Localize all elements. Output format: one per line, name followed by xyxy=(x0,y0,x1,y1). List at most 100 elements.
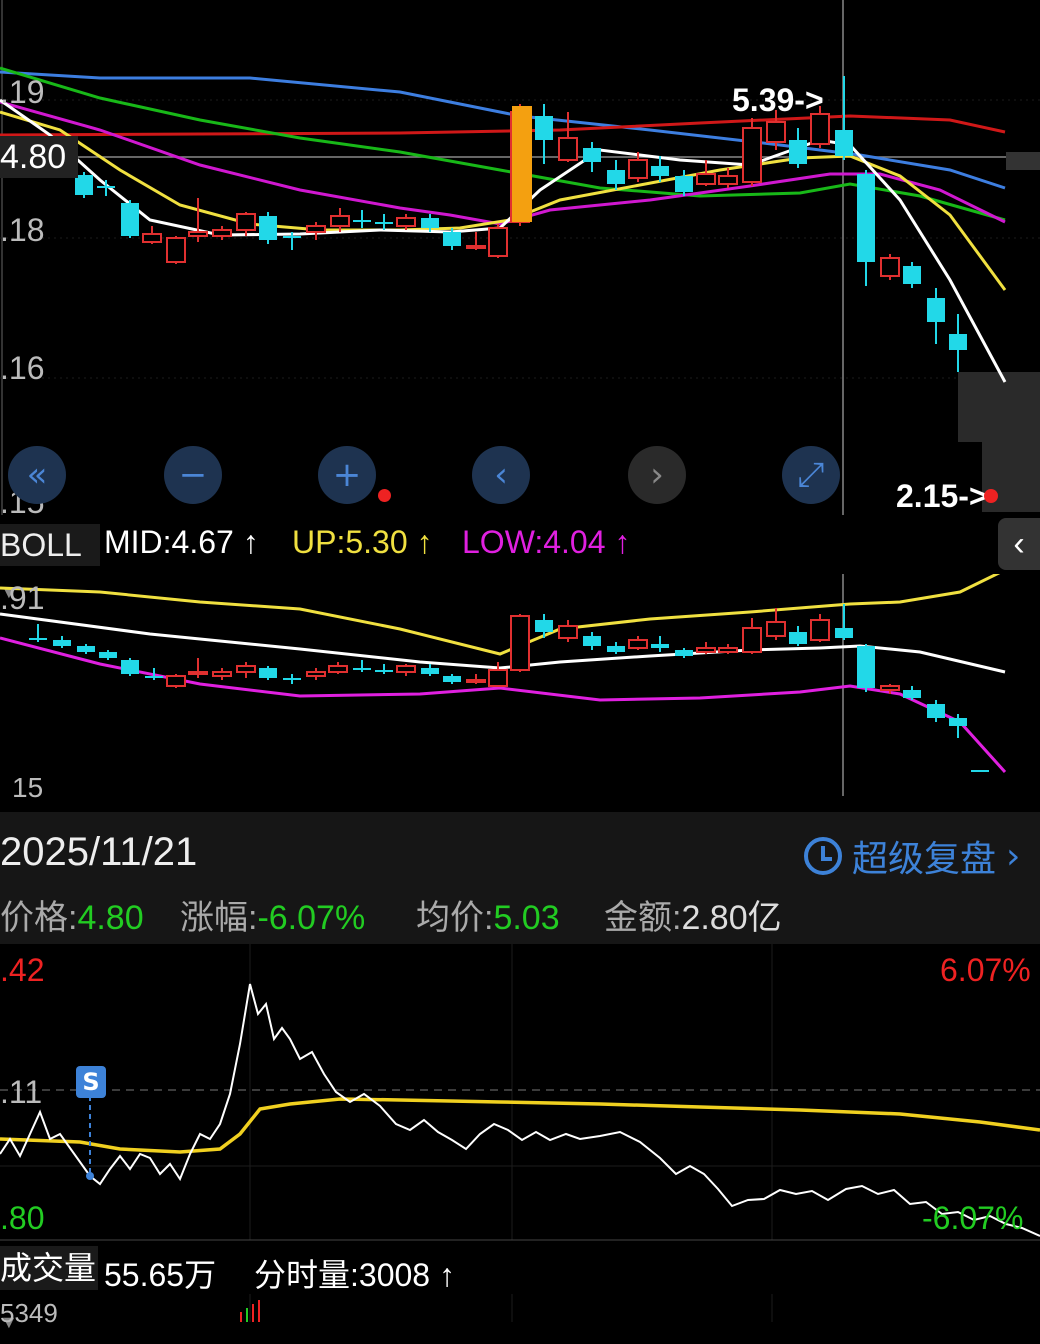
super-replay-button[interactable]: 超级复盘 › xyxy=(804,830,1020,882)
amount-field: 金额:2.80亿 xyxy=(604,899,782,937)
volume-header: 成交量 ▼ 55.65万 分时量:3008 ↑ xyxy=(0,1244,1040,1332)
boll-axis-top: .91 xyxy=(0,580,45,616)
candle-body xyxy=(675,650,693,656)
candle-body xyxy=(880,257,900,277)
candle-body xyxy=(421,668,439,674)
candle-body xyxy=(396,665,416,673)
candle-body xyxy=(166,675,186,687)
boll-chart xyxy=(0,574,1007,796)
avg-price-field: 均价:5.03 xyxy=(416,899,560,937)
volume-indicator-select[interactable]: 成交量 ▼ xyxy=(0,1246,98,1332)
candle-body xyxy=(77,646,95,652)
candle-body xyxy=(353,668,371,670)
axis-label-lower: .16 xyxy=(0,350,45,386)
prev-button[interactable]: ‹ xyxy=(472,446,530,504)
kline-chart[interactable] xyxy=(0,0,1040,515)
chevron-right-icon: › xyxy=(1006,835,1021,877)
candle-body xyxy=(283,678,301,680)
super-replay-label: 超级复盘 xyxy=(852,839,997,880)
intraday-chart[interactable] xyxy=(0,944,1040,1242)
fullscreen-button[interactable]: ⤢ xyxy=(782,446,840,504)
candle-body xyxy=(421,218,439,228)
candle-body xyxy=(927,298,945,322)
candle-body xyxy=(259,668,277,678)
candle-body xyxy=(558,137,578,161)
indicator-select[interactable]: BOLL ▼ xyxy=(0,524,100,602)
candle-body xyxy=(142,233,162,243)
high-annotation: 5.39-> xyxy=(732,82,824,118)
candle-body xyxy=(718,175,738,185)
volume-chart xyxy=(240,1294,773,1322)
bar-info-panel: 2025/11/21 超级复盘 › 价格:4.80 涨幅:-6.07% 均价:5… xyxy=(0,812,1040,944)
candle-body xyxy=(488,227,508,257)
candle-body xyxy=(353,220,371,222)
history-clock-icon xyxy=(804,837,842,875)
zoom-in-button[interactable]: + xyxy=(318,446,376,504)
candle-body xyxy=(29,638,47,640)
intraday-axis-top-left: .42 xyxy=(0,952,45,988)
candle-body xyxy=(949,718,967,726)
candle-body xyxy=(607,646,625,652)
candle-body xyxy=(188,231,208,237)
candle-body xyxy=(121,203,139,236)
boll-header: BOLL ▼ MID:4.67 ↑ UP:5.30 ↑ LOW:4.04 ↑ ‹ xyxy=(0,518,1040,602)
boll-mid-value: MID:4.67 ↑ xyxy=(104,524,259,560)
candle-body xyxy=(306,671,326,677)
candle-body xyxy=(927,704,945,718)
candle-body xyxy=(53,640,71,646)
volume-indicator-name: 成交量 xyxy=(0,1250,97,1286)
candle-body xyxy=(835,130,853,156)
candle-body xyxy=(718,647,738,653)
candle-body xyxy=(789,632,807,644)
candle-body xyxy=(857,646,875,688)
candle-body xyxy=(903,690,921,698)
candle-body xyxy=(789,140,807,164)
selected-date: 2025/11/21 xyxy=(0,830,198,874)
candle-body xyxy=(443,232,461,246)
boll-low-value: LOW:4.04 ↑ xyxy=(462,524,631,560)
candle-body xyxy=(259,216,277,240)
axis-label-top: .19 xyxy=(0,74,45,110)
zoom-in-indicator-dot xyxy=(378,489,391,502)
candle-body xyxy=(443,676,461,682)
intraday-axis-bottom-left: .80 xyxy=(0,1200,45,1236)
change-field: 涨幅:-6.07% xyxy=(180,899,366,937)
candle-body xyxy=(696,647,716,653)
candle-body xyxy=(607,170,625,184)
candle-body xyxy=(99,652,117,658)
low-marker-dot xyxy=(984,489,998,503)
candle-body xyxy=(949,334,967,350)
candle-body xyxy=(121,660,139,674)
scroll-start-button[interactable]: « xyxy=(8,446,66,504)
candle-body xyxy=(535,620,553,632)
intraday-axis-bottom-right: -6.07% xyxy=(922,1200,1024,1236)
candle-body xyxy=(396,217,416,227)
candle-body xyxy=(212,229,232,237)
next-button[interactable]: › xyxy=(628,446,686,504)
candle-body xyxy=(558,625,578,639)
candle-body xyxy=(75,175,93,195)
candle-body xyxy=(510,615,530,671)
candle-body xyxy=(628,159,648,179)
boll-up-value: UP:5.30 ↑ xyxy=(292,524,433,560)
candle-body xyxy=(903,266,921,284)
volume-total: 55.65万 xyxy=(104,1257,217,1293)
candle-body xyxy=(742,127,762,183)
candle-body xyxy=(766,121,786,143)
candle-body xyxy=(583,148,601,162)
intraday-axis-mid-left: .11 xyxy=(0,1074,43,1110)
candle-body xyxy=(283,236,301,238)
candle-body xyxy=(306,225,326,233)
candle-body xyxy=(145,676,163,678)
sell-marker-icon[interactable]: S xyxy=(76,1066,106,1098)
candle-body xyxy=(651,166,669,176)
candle-body xyxy=(651,644,669,648)
candle-body xyxy=(236,665,256,673)
current-price-tag: 4.80 xyxy=(0,136,78,178)
zoom-out-button[interactable]: − xyxy=(164,446,222,504)
boll-axis-bottom: 15 xyxy=(12,772,44,803)
price-field: 价格:4.80 xyxy=(0,899,144,937)
candle-body xyxy=(696,173,716,185)
collapse-panel-button[interactable]: ‹ xyxy=(998,518,1040,570)
axis-label-mid: .18 xyxy=(0,212,45,248)
